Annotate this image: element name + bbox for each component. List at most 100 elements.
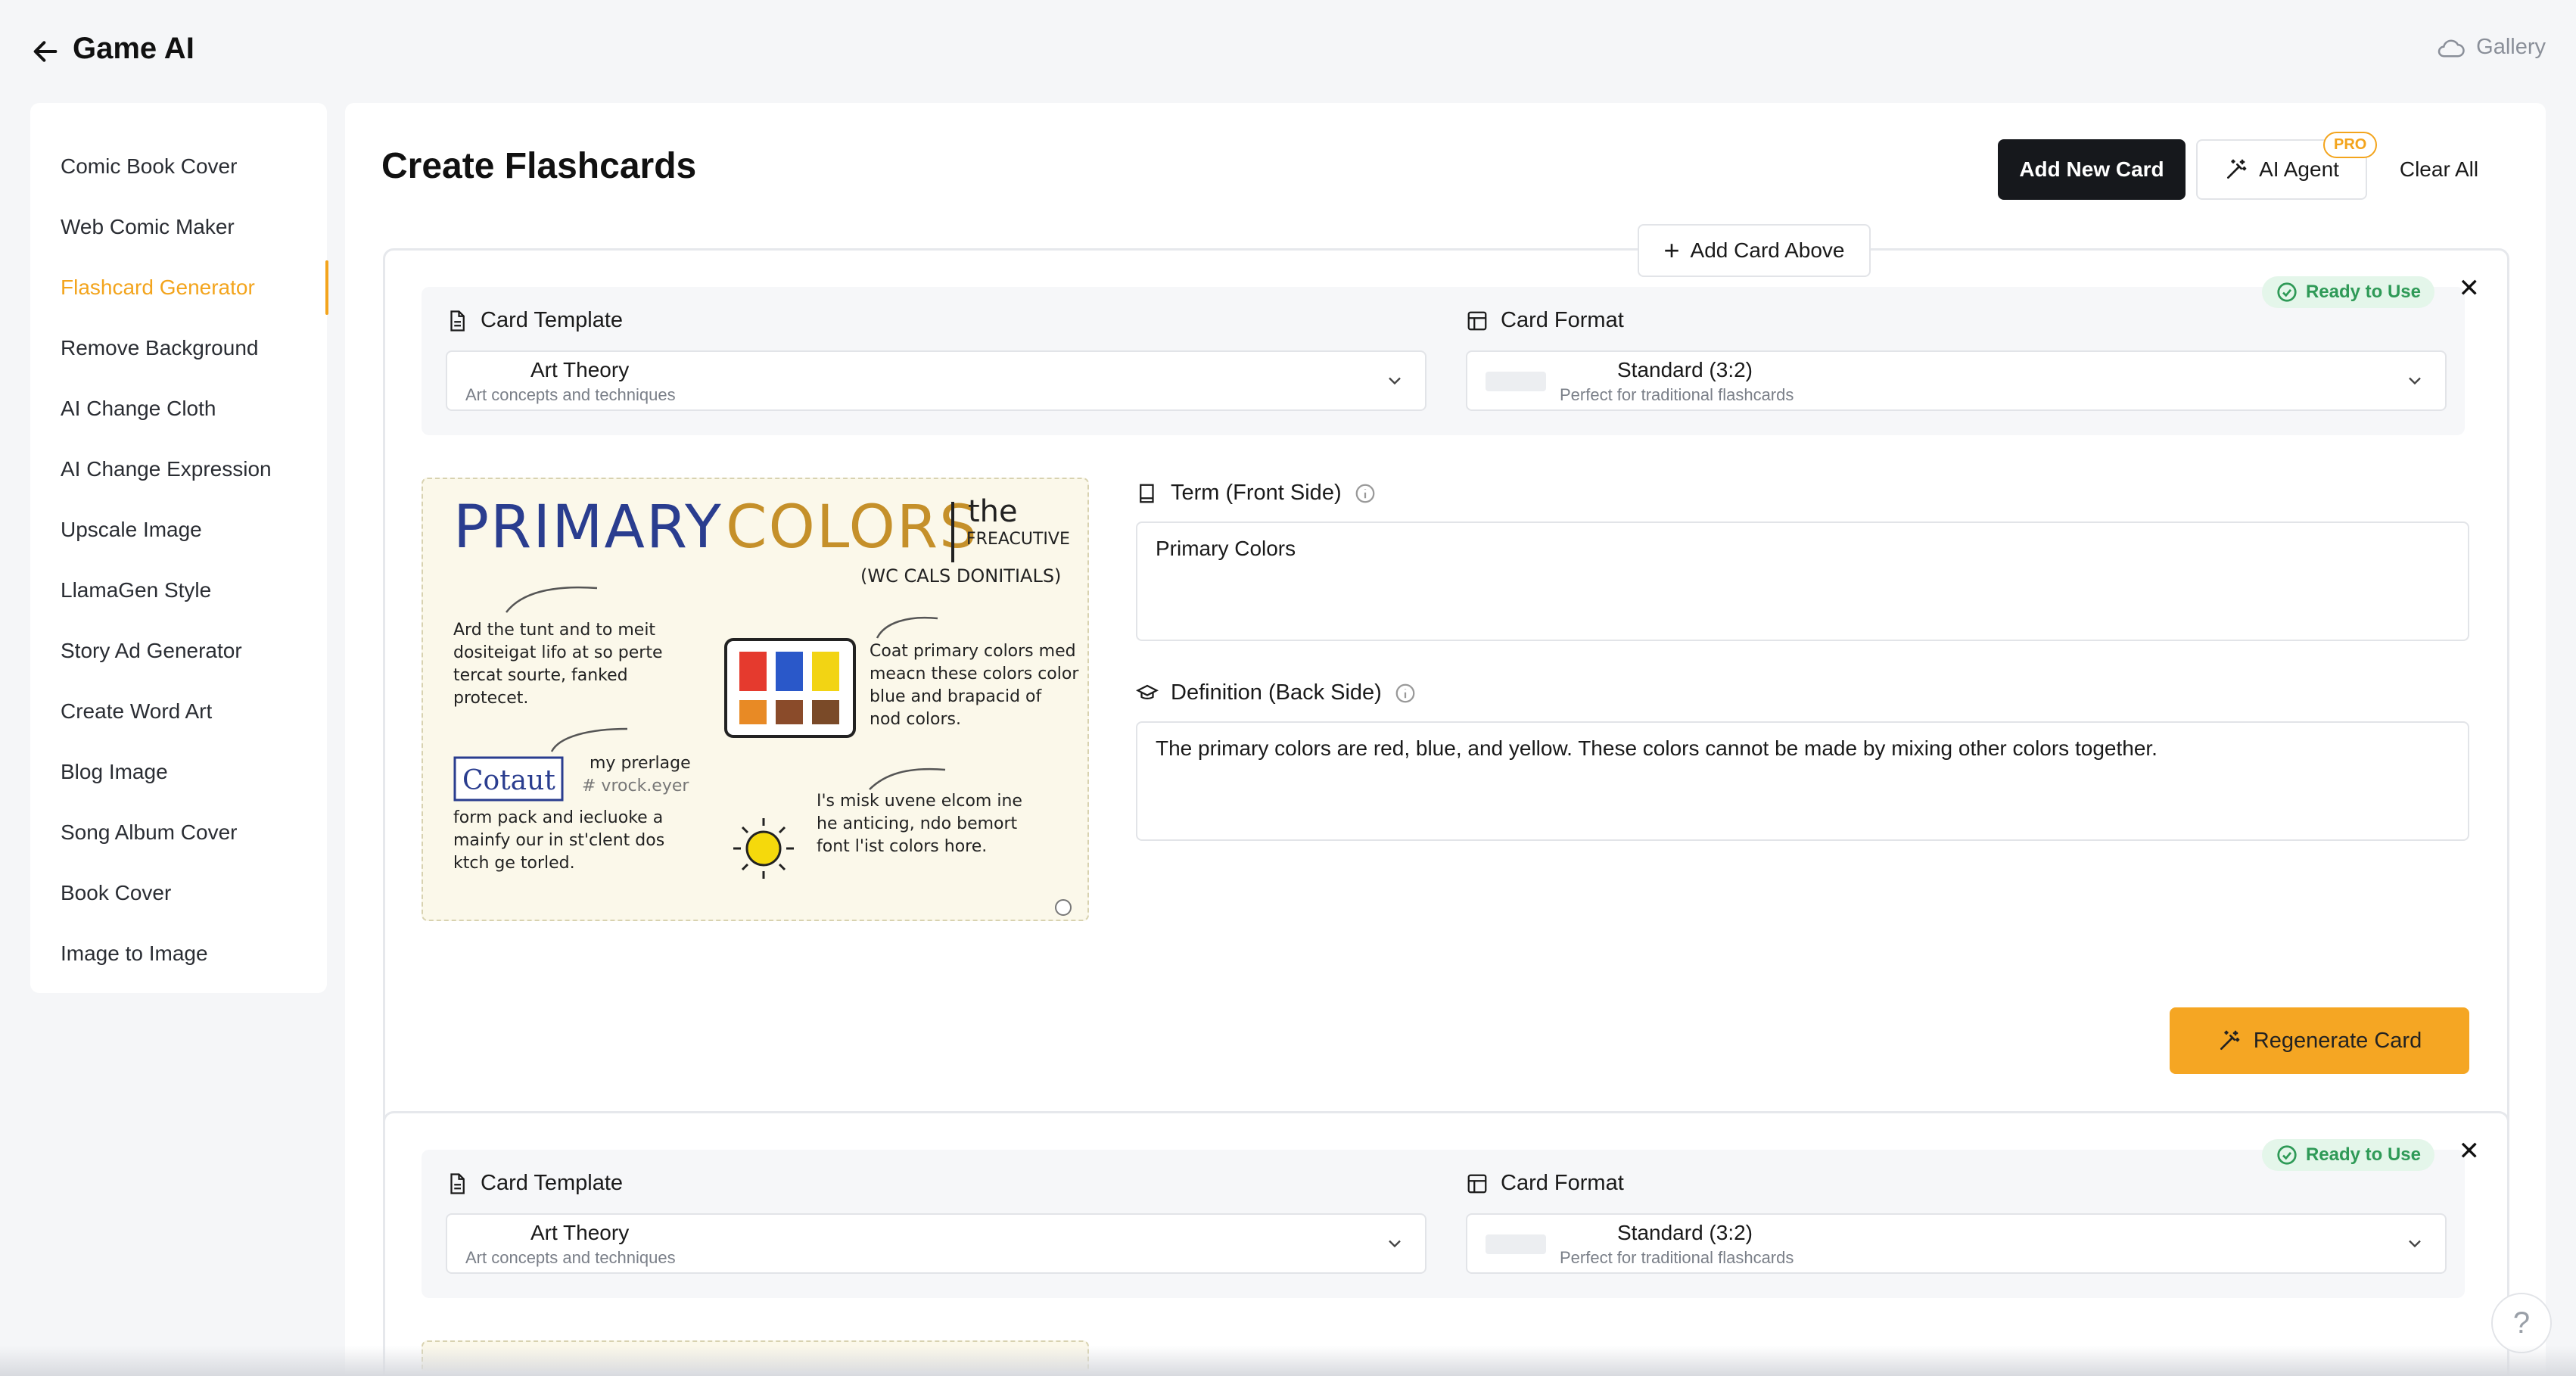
image-heading-the: the bbox=[968, 494, 1018, 529]
sidebar-item-song-album-cover[interactable]: Song Album Cover bbox=[30, 802, 327, 863]
magic-wand-icon bbox=[2220, 1030, 2240, 1050]
bottom-shadow bbox=[0, 1346, 2576, 1376]
layout-icon bbox=[1467, 311, 1487, 330]
svg-text:nod colors.: nod colors. bbox=[870, 710, 961, 729]
card-template-label: Card Template bbox=[446, 308, 623, 333]
svg-text:blue and brapacid of: blue and brapacid of bbox=[870, 687, 1042, 706]
sidebar: Comic Book Cover Web Comic Maker Flashca… bbox=[30, 103, 328, 993]
close-card-icon[interactable]: ✕ bbox=[2459, 273, 2481, 304]
pro-badge: PRO bbox=[2323, 132, 2378, 158]
add-new-card-button[interactable]: Add New Card bbox=[1998, 139, 2186, 200]
regenerate-card-button[interactable]: Regenerate Card bbox=[2170, 1007, 2469, 1074]
app-title: Game AI bbox=[73, 32, 194, 65]
add-card-above-label: Add Card Above bbox=[1690, 238, 1845, 262]
gallery-label: Gallery bbox=[2476, 35, 2546, 59]
template-description: Art concepts and techniques bbox=[465, 1248, 676, 1267]
sidebar-item-upscale-image[interactable]: Upscale Image bbox=[30, 500, 327, 560]
document-icon bbox=[450, 310, 465, 332]
card-format-label: Card Format bbox=[1466, 308, 1624, 333]
sidebar-item-story-ad-generator[interactable]: Story Ad Generator bbox=[30, 621, 327, 681]
image-cotaut: Cotaut bbox=[462, 765, 555, 796]
flashcard-preview-image: PRIMARY COLORS the FREACUTIVE (WC CALS D… bbox=[422, 478, 1089, 921]
card-template-label: Card Template bbox=[446, 1171, 623, 1196]
sidebar-item-create-word-art[interactable]: Create Word Art bbox=[30, 681, 327, 742]
status-badge: Ready to Use bbox=[2261, 1139, 2434, 1171]
format-thumbnail bbox=[1486, 1234, 1546, 1254]
definition-label: Definition (Back Side) bbox=[1136, 680, 1417, 705]
svg-text:Coat primary colors med: Coat primary colors med bbox=[870, 642, 1076, 661]
svg-text:ktch ge torled.: ktch ge torled. bbox=[453, 854, 575, 873]
info-icon[interactable] bbox=[1394, 682, 1417, 705]
format-description: Perfect for traditional flashcards bbox=[1560, 385, 1794, 404]
card-template-select[interactable]: Art Theory Art concepts and techniques bbox=[446, 1213, 1426, 1274]
info-icon[interactable] bbox=[1354, 482, 1377, 505]
close-card-icon[interactable]: ✕ bbox=[2459, 1136, 2481, 1166]
card-settings: Card Template Art Theory Art concepts an… bbox=[422, 287, 2465, 435]
back-arrow-icon[interactable] bbox=[30, 36, 61, 67]
chevron-down-icon bbox=[2409, 1240, 2421, 1248]
check-circle-icon bbox=[2277, 282, 2297, 302]
card-format-select[interactable]: Standard (3:2) Perfect for traditional f… bbox=[1466, 350, 2447, 411]
sidebar-item-ai-change-expression[interactable]: AI Change Expression bbox=[30, 439, 327, 500]
image-subtitle: (WC CALS DONITIALS) bbox=[860, 565, 1061, 587]
ai-agent-label: AI Agent bbox=[2259, 157, 2339, 181]
sidebar-item-blog-image[interactable]: Blog Image bbox=[30, 742, 327, 802]
sidebar-item-flashcard-generator[interactable]: Flashcard Generator bbox=[30, 257, 328, 318]
main-panel: Create Flashcards Add New Card AI Agent … bbox=[345, 103, 2546, 1376]
help-button[interactable]: ? bbox=[2491, 1293, 2552, 1353]
sidebar-item-comic-book-cover[interactable]: Comic Book Cover bbox=[30, 136, 327, 197]
format-description: Perfect for traditional flashcards bbox=[1560, 1248, 1794, 1267]
card-template-select[interactable]: Art Theory Art concepts and techniques bbox=[446, 350, 1426, 411]
card-format-select[interactable]: Standard (3:2) Perfect for traditional f… bbox=[1466, 1213, 2447, 1274]
svg-text:dositeigat lifo at so perte: dositeigat lifo at so perte bbox=[453, 643, 662, 662]
card-format-label: Card Format bbox=[1466, 1171, 1624, 1196]
image-heading-colors: COLORS bbox=[726, 493, 978, 562]
chevron-down-icon bbox=[1389, 1240, 1401, 1248]
document-icon bbox=[450, 1172, 465, 1194]
chevron-down-icon bbox=[2409, 377, 2421, 385]
layout-icon bbox=[1467, 1174, 1487, 1193]
term-input[interactable]: Primary Colors bbox=[1136, 521, 2469, 641]
sidebar-item-llamagen-style[interactable]: LlamaGen Style bbox=[30, 560, 327, 621]
top-bar: Game AI Gallery bbox=[0, 0, 2576, 101]
graduation-cap-icon bbox=[1136, 684, 1159, 699]
image-heading-sub: FREACUTIVE bbox=[966, 530, 1070, 549]
clear-all-button[interactable]: Clear All bbox=[2390, 139, 2488, 200]
chevron-down-icon bbox=[1389, 377, 1401, 385]
svg-text:my prerlage: my prerlage bbox=[590, 754, 691, 773]
svg-text:form pack and iecluoke a: form pack and iecluoke a bbox=[453, 808, 663, 827]
card-settings: Card Template Art Theory Art concepts an… bbox=[422, 1150, 2465, 1298]
flashcard-editor-2: Card Template Art Theory Art concepts an… bbox=[383, 1111, 2509, 1376]
definition-input[interactable]: The primary colors are red, blue, and ye… bbox=[1136, 721, 2469, 841]
template-value: Art Theory bbox=[530, 1221, 630, 1244]
image-heading-primary: PRIMARY bbox=[453, 493, 723, 562]
svg-text:# vrock.eyer: # vrock.eyer bbox=[582, 777, 689, 795]
add-card-above-button[interactable]: + Add Card Above bbox=[1638, 224, 1871, 277]
status-badge: Ready to Use bbox=[2261, 276, 2434, 308]
term-label: Term (Front Side) bbox=[1136, 481, 1377, 506]
template-value: Art Theory bbox=[530, 358, 630, 381]
sidebar-item-ai-change-cloth[interactable]: AI Change Cloth bbox=[30, 378, 327, 439]
format-thumbnail bbox=[1486, 372, 1546, 391]
check-circle-icon bbox=[2277, 1145, 2297, 1165]
sidebar-item-book-cover[interactable]: Book Cover bbox=[30, 863, 327, 923]
flashcard-illustration: PRIMARY COLORS the FREACUTIVE (WC CALS D… bbox=[453, 493, 1079, 916]
svg-text:font l'ist colors hore.: font l'ist colors hore. bbox=[817, 837, 987, 856]
cloud-icon bbox=[2438, 39, 2465, 57]
format-value: Standard (3:2) bbox=[1617, 1221, 1753, 1244]
page-title: Create Flashcards bbox=[381, 146, 697, 186]
svg-text:he anticing, ndo bemort: he anticing, ndo bemort bbox=[817, 814, 1018, 833]
svg-text:tercat sourte, fanked: tercat sourte, fanked bbox=[453, 666, 628, 685]
svg-text:meacn these colors color: meacn these colors color bbox=[870, 665, 1079, 683]
svg-text:protecet.: protecet. bbox=[453, 689, 528, 708]
sidebar-item-remove-background[interactable]: Remove Background bbox=[30, 318, 327, 378]
svg-text:Ard the tunt and to meit: Ard the tunt and to meit bbox=[453, 621, 655, 640]
sidebar-item-image-to-image[interactable]: Image to Image bbox=[30, 923, 327, 984]
format-value: Standard (3:2) bbox=[1617, 358, 1753, 381]
template-description: Art concepts and techniques bbox=[465, 385, 676, 404]
sidebar-item-web-comic-maker[interactable]: Web Comic Maker bbox=[30, 197, 327, 257]
gallery-link[interactable]: Gallery bbox=[2435, 35, 2546, 60]
flashcard-editor-1: Card Template Art Theory Art concepts an… bbox=[383, 248, 2509, 1166]
magic-wand-icon bbox=[2227, 159, 2247, 179]
book-icon bbox=[1140, 484, 1154, 503]
